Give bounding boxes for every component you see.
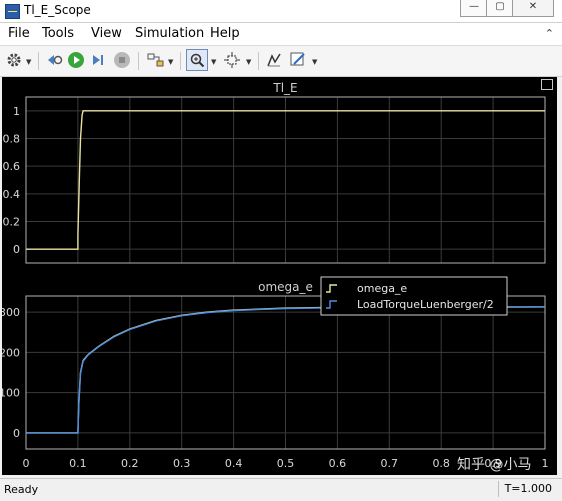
y-tick-label: 0 — [13, 427, 20, 440]
scope-plot-area: Tl_E 0 0.2 0.4 0.6 0.8 1 omega_e 0 100 200 300 0 0.1 0… — [0, 81, 549, 473]
toolbar-separator — [38, 52, 39, 70]
x-tick-label: 0.2 — [121, 457, 139, 470]
undock-icon[interactable] — [541, 79, 553, 90]
toolbar-separator — [180, 52, 181, 70]
scope-app-icon — [5, 4, 20, 19]
status-ready: Ready — [4, 483, 39, 496]
y-tick-label: 100 — [2, 387, 20, 400]
collapse-menu-icon[interactable]: ⌃ — [545, 27, 554, 40]
fit-to-view-icon[interactable] — [222, 50, 242, 70]
status-bar: Ready T=1.000 — [0, 478, 562, 501]
x-tick-label: 0.8 — [432, 457, 450, 470]
y-tick-label: 200 — [2, 346, 20, 359]
x-tick-label: 0.7 — [381, 457, 399, 470]
y-tick-label: 0.8 — [3, 133, 21, 146]
run-icon[interactable] — [66, 50, 86, 70]
toolbar: ▼ ▼ ▼ ▼ ▼ — [0, 46, 562, 77]
step-forward-icon[interactable] — [88, 50, 108, 70]
menu-bar: File Tools View Simulation Help ⌃ — [0, 23, 562, 46]
x-tick-label: 0.6 — [329, 457, 347, 470]
legend-label: LoadTorqueLuenberger/2 — [357, 298, 494, 311]
y-tick-label: 300 — [2, 306, 20, 319]
axes-title: omega_e — [258, 280, 313, 294]
y-tick-label: 0.6 — [3, 160, 21, 173]
close-button[interactable]: ✕ — [512, 0, 554, 17]
watermark-text: 知乎 @小马 — [457, 456, 531, 473]
y-tick-label: 1 — [13, 105, 20, 118]
window-title: Tl_E_Scope — [24, 3, 91, 17]
x-tick-label: 0.3 — [173, 457, 191, 470]
highlight-block-icon[interactable] — [146, 50, 166, 70]
step-back-icon[interactable] — [44, 50, 64, 70]
edit-style-icon[interactable] — [288, 50, 308, 70]
x-tick-label: 1 — [542, 457, 549, 470]
y-tick-label: 0.4 — [3, 188, 21, 201]
x-tick-label: 0.1 — [69, 457, 87, 470]
settings-dropdown-icon[interactable]: ▼ — [26, 58, 31, 66]
highlight-dropdown-icon[interactable]: ▼ — [168, 58, 173, 66]
zoom-dropdown-icon[interactable]: ▼ — [211, 58, 216, 66]
axes-title: Tl_E — [272, 81, 297, 95]
title-bar: Tl_E_Scope — ▢ ✕ — [0, 0, 562, 23]
fit-dropdown-icon[interactable]: ▼ — [246, 58, 251, 66]
menu-tools[interactable]: Tools — [42, 26, 74, 41]
y-tick-label: 0.2 — [3, 216, 21, 229]
cursor-measure-icon[interactable] — [264, 50, 284, 70]
x-tick-label: 0 — [23, 457, 30, 470]
style-dropdown-icon[interactable]: ▼ — [312, 58, 317, 66]
menu-help[interactable]: Help — [210, 26, 240, 41]
settings-gear-icon[interactable] — [4, 50, 24, 70]
x-tick-label: 0.4 — [225, 457, 243, 470]
toolbar-separator — [138, 52, 139, 70]
toolbar-separator — [258, 52, 259, 70]
menu-simulation[interactable]: Simulation — [135, 26, 204, 41]
simulation-time: T=1.000 — [497, 481, 558, 497]
menu-view[interactable]: View — [91, 26, 122, 41]
zoom-icon[interactable] — [186, 49, 208, 71]
legend-label: omega_e — [357, 282, 407, 295]
stop-icon[interactable] — [112, 50, 132, 70]
scope-display: Tl_E 0 0.2 0.4 0.6 0.8 1 omega_e 0 100 200 300 0 0.1 0… — [0, 77, 557, 475]
minimize-button[interactable]: — — [460, 0, 488, 17]
y-tick-label: 0 — [13, 243, 20, 256]
menu-file[interactable]: File — [8, 26, 30, 41]
x-tick-label: 0.5 — [277, 457, 295, 470]
maximize-button[interactable]: ▢ — [486, 0, 514, 17]
